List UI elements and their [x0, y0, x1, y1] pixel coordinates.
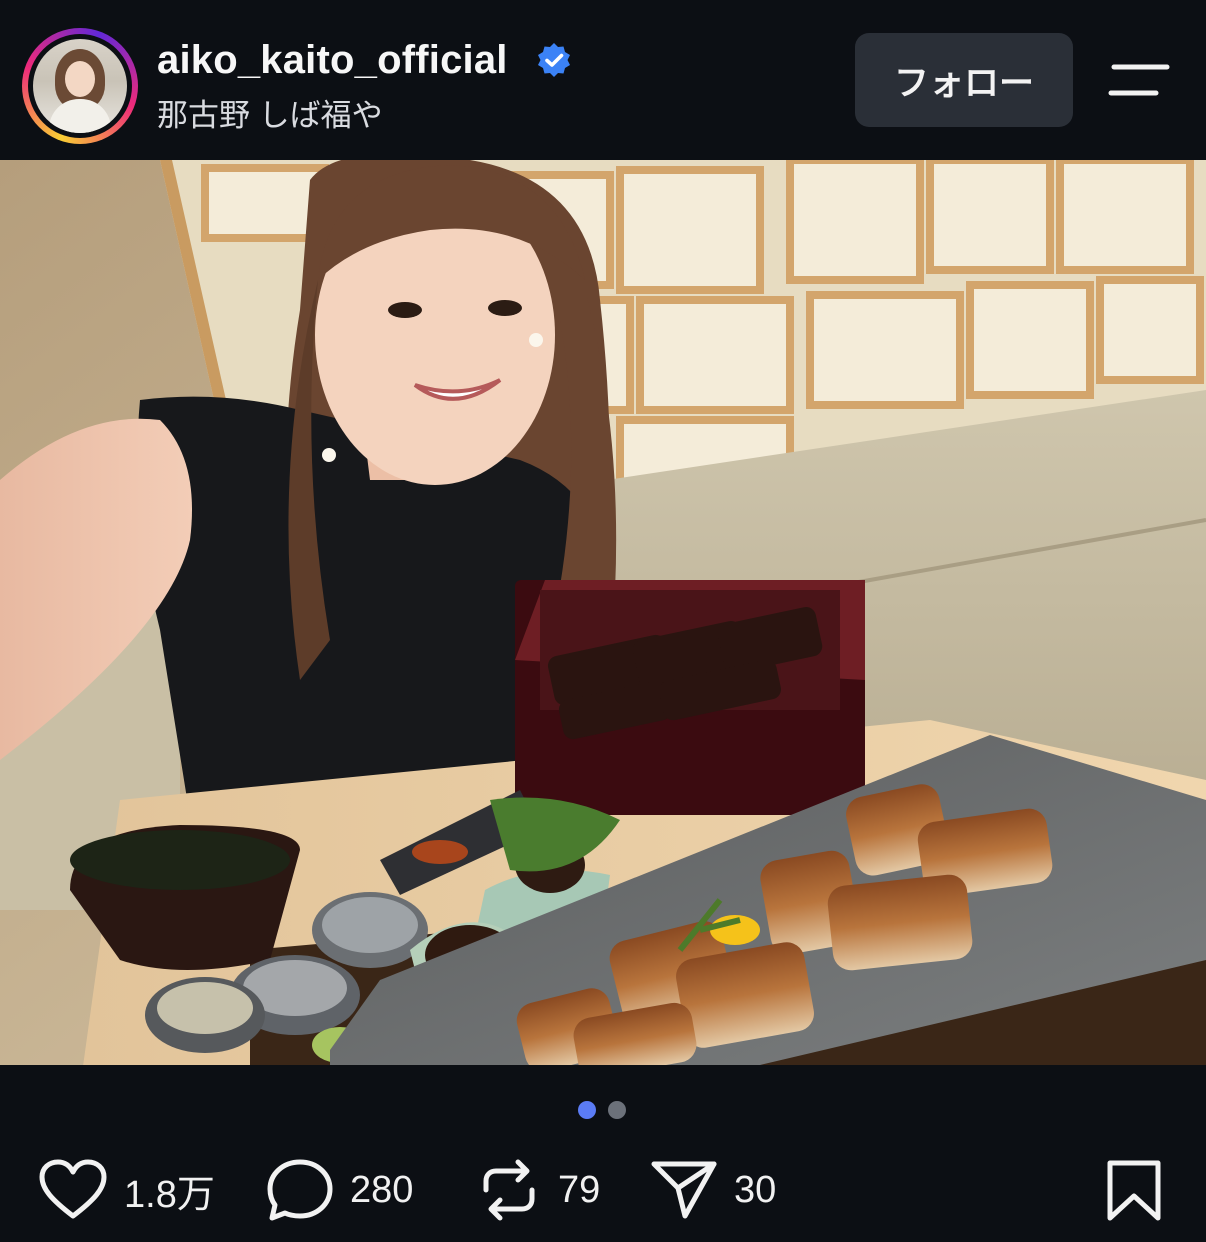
avatar-image [33, 39, 127, 133]
heart-icon[interactable] [38, 1159, 108, 1221]
repost-count: 79 [558, 1168, 601, 1211]
carousel-indicator [578, 1101, 638, 1119]
comment-action[interactable]: 280 [266, 1158, 413, 1222]
share-count: 30 [734, 1168, 777, 1211]
repost-action[interactable]: 79 [476, 1158, 600, 1222]
share-icon[interactable] [650, 1158, 718, 1222]
like-count: 1.8万 [124, 1173, 215, 1216]
menu-icon[interactable] [1108, 62, 1170, 98]
bookmark-icon[interactable] [1106, 1160, 1162, 1222]
comment-icon[interactable] [266, 1158, 334, 1222]
post-photo[interactable] [0, 160, 1206, 1065]
location-label[interactable]: 那古野 しば福や [157, 90, 383, 135]
carousel-dot[interactable] [608, 1101, 626, 1119]
username[interactable]: aiko_kaito_official [157, 38, 508, 83]
verified-badge-icon [538, 43, 570, 77]
post-header: aiko_kaito_official 那古野 しば福や フォロー [0, 0, 1206, 160]
post-image [0, 160, 1206, 1065]
follow-button[interactable]: フォロー [855, 33, 1073, 127]
share-action[interactable]: 30 [650, 1158, 776, 1222]
profile-avatar[interactable] [22, 28, 138, 144]
like-action[interactable]: 1.8万 [38, 1158, 215, 1222]
comment-count: 280 [350, 1168, 414, 1211]
carousel-dot-active[interactable] [578, 1101, 596, 1119]
repost-icon[interactable] [476, 1157, 542, 1223]
